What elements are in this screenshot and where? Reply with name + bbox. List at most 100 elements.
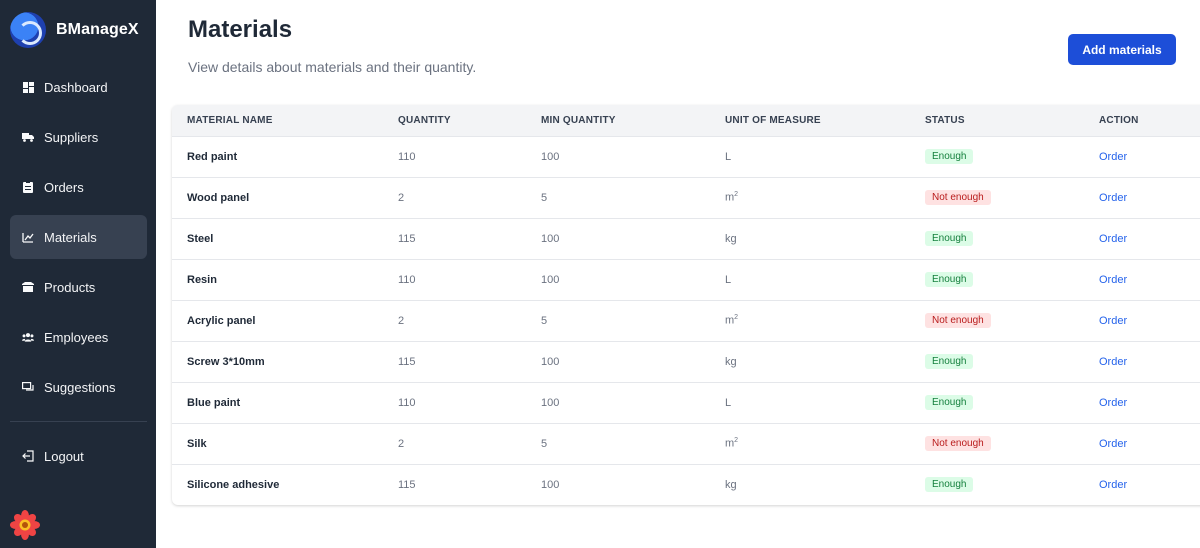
box-icon: [22, 281, 34, 293]
status-cell: Not enough: [925, 177, 1099, 218]
status-cell: Enough: [925, 259, 1099, 300]
column-header-unit[interactable]: UNIT OF MEASURE: [725, 105, 925, 136]
quantity-cell: 115: [398, 478, 416, 491]
sidebar-item-dashboard[interactable]: Dashboard: [10, 65, 147, 109]
min-quantity-cell: 5: [541, 314, 548, 327]
unit-cell: m2: [725, 300, 925, 341]
sidebar-divider: [10, 421, 147, 422]
quantity-cell: 115: [398, 355, 416, 368]
logout-section: Logout: [10, 434, 147, 484]
quantity-cell: 2: [398, 437, 405, 450]
order-link[interactable]: Order: [1099, 233, 1127, 245]
min-quantity-cell: 100: [541, 232, 560, 245]
unit-value: m: [725, 191, 735, 204]
brand-name: BManageX: [56, 21, 139, 38]
status-cell: Enough: [925, 464, 1099, 505]
order-link[interactable]: Order: [1099, 274, 1127, 286]
order-link[interactable]: Order: [1099, 151, 1127, 163]
min-quantity-cell: 100: [541, 355, 560, 368]
action-cell: Order: [1099, 423, 1200, 464]
sidebar-item-employees[interactable]: Employees: [10, 315, 147, 359]
table-row: Acrylic panel 2 5 m2 Not enough Order: [172, 300, 1200, 341]
unit-cell: L: [725, 259, 925, 300]
order-link[interactable]: Order: [1099, 356, 1127, 368]
material-name-cell: Red paint: [187, 150, 238, 163]
action-cell: Order: [1099, 382, 1200, 423]
sidebar-item-orders[interactable]: Orders: [10, 165, 147, 209]
order-link[interactable]: Order: [1099, 479, 1127, 491]
add-materials-button[interactable]: Add materials: [1068, 34, 1176, 65]
action-cell: Order: [1099, 218, 1200, 259]
sidebar-item-materials[interactable]: Materials: [10, 215, 147, 259]
unit-value: kg: [725, 478, 737, 491]
order-link[interactable]: Order: [1099, 192, 1127, 204]
logout-button[interactable]: Logout: [10, 434, 147, 478]
unit-cell: L: [725, 382, 925, 423]
status-badge: Enough: [925, 272, 974, 287]
quantity-cell: 110: [398, 396, 416, 409]
materials-table: MATERIAL NAME QUANTITY MIN QUANTITY UNIT…: [172, 105, 1200, 505]
sidebar-item-suppliers[interactable]: Suppliers: [10, 115, 147, 159]
sidebar-item-products[interactable]: Products: [10, 265, 147, 309]
unit-value: m: [725, 437, 735, 450]
order-link[interactable]: Order: [1099, 438, 1127, 450]
logout-label: Logout: [44, 448, 84, 464]
min-quantity-cell: 100: [541, 478, 560, 491]
min-quantity-cell: 100: [541, 150, 560, 163]
logout-icon: [22, 450, 34, 462]
sidebar-item-label: Suppliers: [44, 129, 99, 145]
column-header-material-name[interactable]: MATERIAL NAME: [172, 105, 398, 136]
unit-value: L: [725, 273, 732, 286]
material-name-cell: Resin: [187, 273, 217, 286]
status-cell: Enough: [925, 341, 1099, 382]
quantity-cell: 2: [398, 191, 405, 204]
brand-logo: [10, 12, 46, 48]
unit-cell: m2: [725, 177, 925, 218]
material-name-cell: Silk: [187, 437, 207, 450]
action-cell: Order: [1099, 136, 1200, 177]
order-link[interactable]: Order: [1099, 397, 1127, 409]
status-cell: Enough: [925, 218, 1099, 259]
status-cell: Not enough: [925, 300, 1099, 341]
sidebar-item-suggestions[interactable]: Suggestions: [10, 365, 147, 409]
sidebar-item-label: Materials: [44, 229, 97, 245]
material-name-cell: Acrylic panel: [187, 314, 256, 327]
column-header-quantity[interactable]: QUANTITY: [398, 105, 541, 136]
unit-exponent: 2: [734, 437, 739, 445]
page-subtitle: View details about materials and their q…: [188, 59, 477, 75]
min-quantity-cell: 5: [541, 191, 548, 204]
quantity-cell: 2: [398, 314, 405, 327]
table-row: Steel 115 100 kg Enough Order: [172, 218, 1200, 259]
table-row: Blue paint 110 100 L Enough Order: [172, 382, 1200, 423]
unit-value: kg: [725, 232, 737, 245]
unit-exponent: 2: [734, 314, 739, 322]
action-cell: Order: [1099, 341, 1200, 382]
unit-value: L: [725, 396, 732, 409]
column-header-action[interactable]: ACTION: [1099, 105, 1200, 136]
flower-icon: [10, 510, 40, 540]
min-quantity-cell: 100: [541, 396, 560, 409]
order-link[interactable]: Order: [1099, 315, 1127, 327]
status-badge: Not enough: [925, 436, 991, 451]
status-badge: Enough: [925, 477, 974, 493]
table-row: Silk 2 5 m2 Not enough Order: [172, 423, 1200, 464]
clipboard-icon: [22, 181, 34, 193]
sidebar-item-label: Products: [44, 279, 96, 295]
brand[interactable]: BManageX: [10, 10, 139, 50]
column-header-status[interactable]: STATUS: [925, 105, 1099, 136]
sidebar-item-label: Suggestions: [44, 379, 116, 395]
action-cell: Order: [1099, 464, 1200, 505]
sidebar-item-label: Dashboard: [44, 79, 108, 95]
materials-icon: [22, 231, 34, 243]
min-quantity-cell: 100: [541, 273, 560, 286]
unit-cell: kg: [725, 341, 925, 382]
table-row: Red paint 110 100 L Enough Order: [172, 136, 1200, 177]
status-badge: Enough: [925, 395, 974, 410]
truck-icon: [22, 131, 34, 143]
status-cell: Enough: [925, 382, 1099, 423]
action-cell: Order: [1099, 259, 1200, 300]
table-row: Silicone adhesive 115 100 kg Enough Order: [172, 464, 1200, 505]
column-header-min-quantity[interactable]: MIN QUANTITY: [541, 105, 725, 136]
material-name-cell: Blue paint: [187, 396, 241, 409]
quantity-cell: 110: [398, 273, 416, 286]
